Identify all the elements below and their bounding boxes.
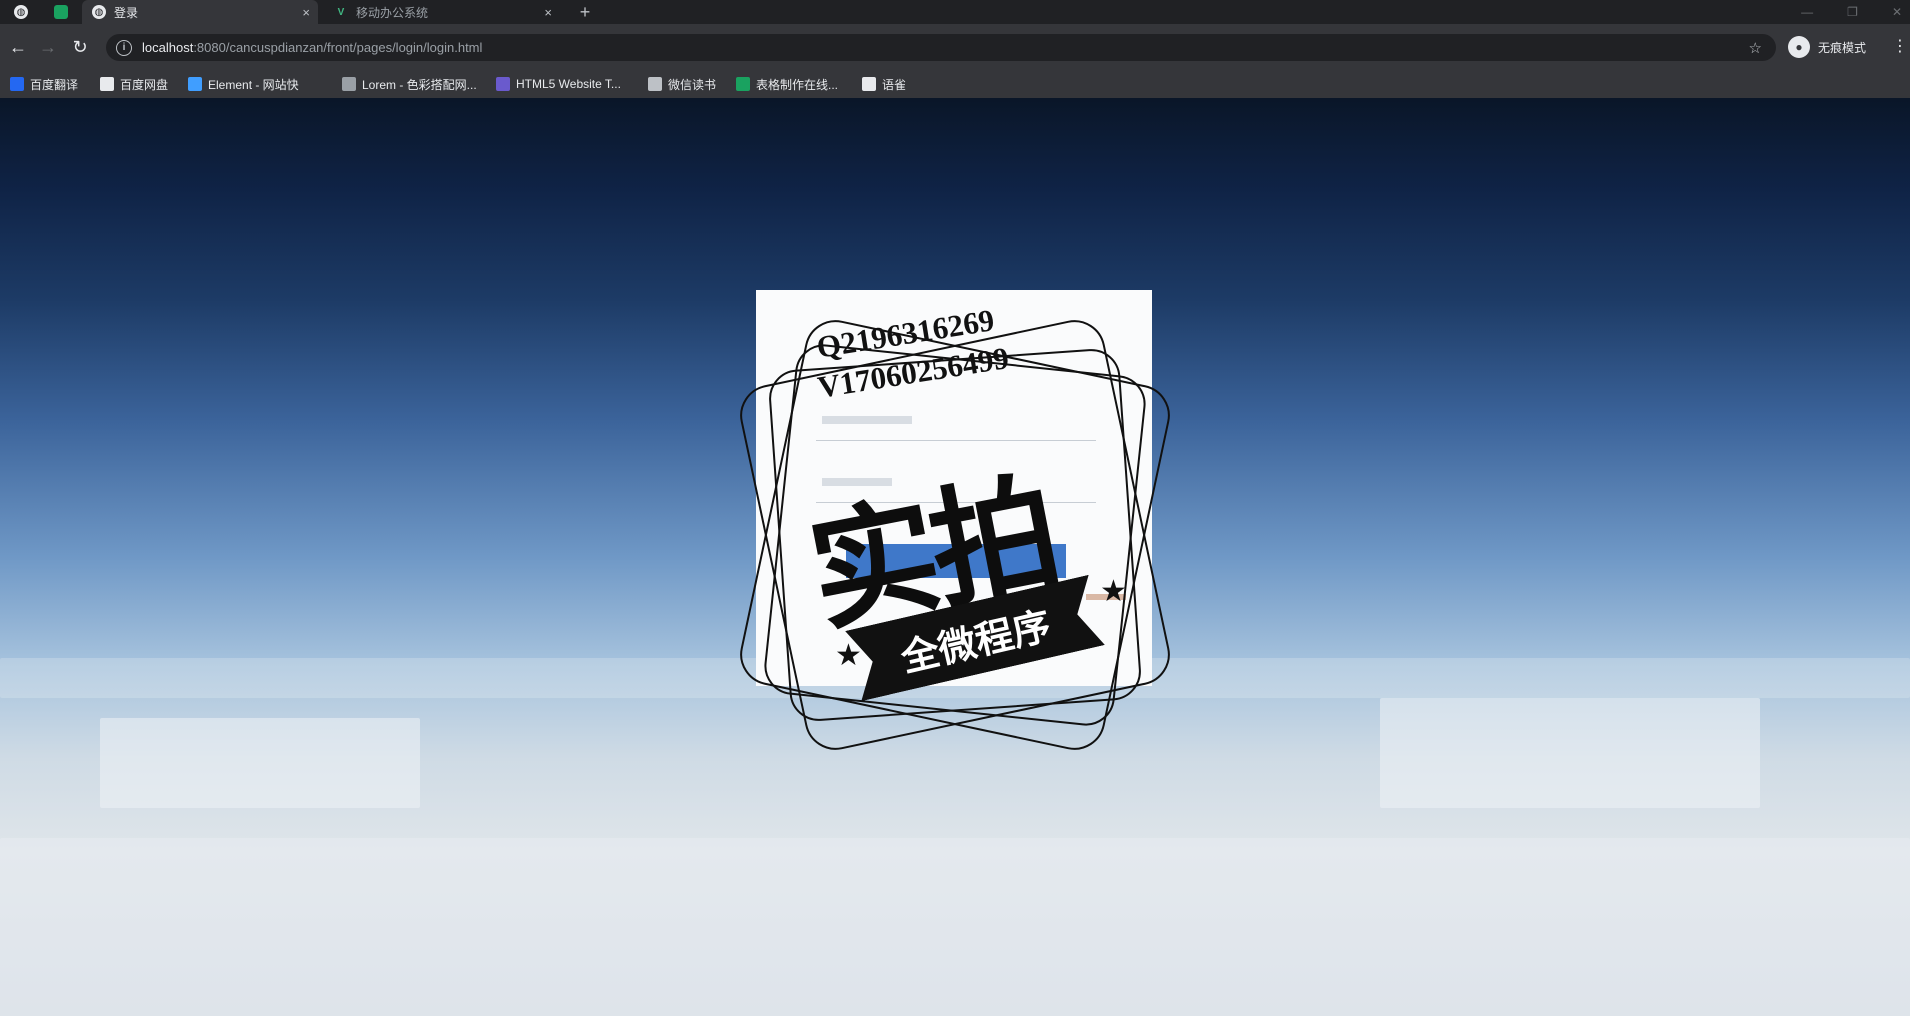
bookmark-item[interactable]: 百度网盘 [100, 70, 168, 98]
bookmarks-bar: 百度翻译 百度网盘 Element - 网站快 Lorem - 色彩搭配网...… [0, 70, 1910, 99]
tab-title: 移动办公系统 [356, 5, 429, 20]
browser-toolbar: ← → ↻ i localhost :8080/cancuspdianzan/f… [0, 24, 1910, 70]
globe-icon: ◍ [14, 5, 28, 19]
back-arrow-icon[interactable]: ← [4, 24, 32, 70]
incognito-icon: ● [1788, 36, 1810, 58]
address-bar[interactable]: i localhost :8080/cancuspdianzan/front/p… [106, 34, 1776, 61]
url-path: :8080/cancuspdianzan/front/pages/login/l… [193, 40, 483, 55]
bookmark-item[interactable]: HTML5 Website T... [496, 70, 621, 98]
incognito-label: 无痕模式 [1818, 40, 1867, 55]
minimize-icon[interactable]: — [1801, 5, 1813, 19]
forward-arrow-icon[interactable]: → [34, 24, 62, 70]
menu-kebab-icon[interactable]: ⋮ [1892, 36, 1908, 56]
bookmark-item[interactable]: Element - 网站快 [188, 70, 299, 98]
star-icon: ★ [1100, 575, 1127, 608]
sheet-icon [54, 5, 68, 19]
bookmark-star-icon[interactable]: ☆ [1749, 39, 1762, 57]
bookmark-favicon-icon [188, 77, 202, 91]
window-controls: — ❐ ✕ [1801, 0, 1902, 24]
incognito-indicator[interactable]: ● 无痕模式 [1788, 35, 1866, 59]
bookmark-item[interactable]: Lorem - 色彩搭配网... [342, 70, 477, 98]
bookmark-item[interactable]: 百度翻译 [10, 70, 78, 98]
close-icon[interactable]: × [302, 5, 310, 20]
bookmark-favicon-icon [10, 77, 24, 91]
bookmark-favicon-icon [736, 77, 750, 91]
tab-strip: ◍ ◍ 登录 × V 移动办公系统 × + — ❐ ✕ [0, 0, 1910, 24]
bookmark-favicon-icon [648, 77, 662, 91]
close-icon[interactable]: × [544, 5, 552, 20]
bookmark-item[interactable]: 语雀 [862, 70, 906, 98]
reload-icon[interactable]: ↻ [66, 24, 94, 70]
tab-pinned-green[interactable] [44, 0, 80, 24]
tab-title: 登录 [114, 5, 139, 20]
globe-icon: ◍ [92, 5, 106, 19]
bookmark-favicon-icon [342, 77, 356, 91]
tab-login[interactable]: ◍ 登录 × [82, 0, 318, 24]
star-icon: ★ [835, 639, 862, 672]
tab-pinned[interactable]: ◍ [4, 0, 40, 24]
bookmark-item[interactable]: 微信读书 [648, 70, 716, 98]
bookmark-favicon-icon [496, 77, 510, 91]
watermark-stamp: Q2196316269 V17060256499 实拍 全微程序 ★ ★ [700, 290, 1210, 800]
maximize-icon[interactable]: ❐ [1847, 5, 1858, 19]
bookmark-favicon-icon [100, 77, 114, 91]
info-icon[interactable]: i [116, 39, 132, 56]
url-host: localhost [142, 40, 194, 55]
new-tab-button[interactable]: + [573, 0, 597, 24]
tab-office-system[interactable]: V 移动办公系统 × [324, 0, 560, 24]
bookmark-item[interactable]: 表格制作在线... [736, 70, 838, 98]
vue-icon: V [337, 6, 345, 18]
bookmark-favicon-icon [862, 77, 876, 91]
close-window-icon[interactable]: ✕ [1892, 5, 1902, 19]
